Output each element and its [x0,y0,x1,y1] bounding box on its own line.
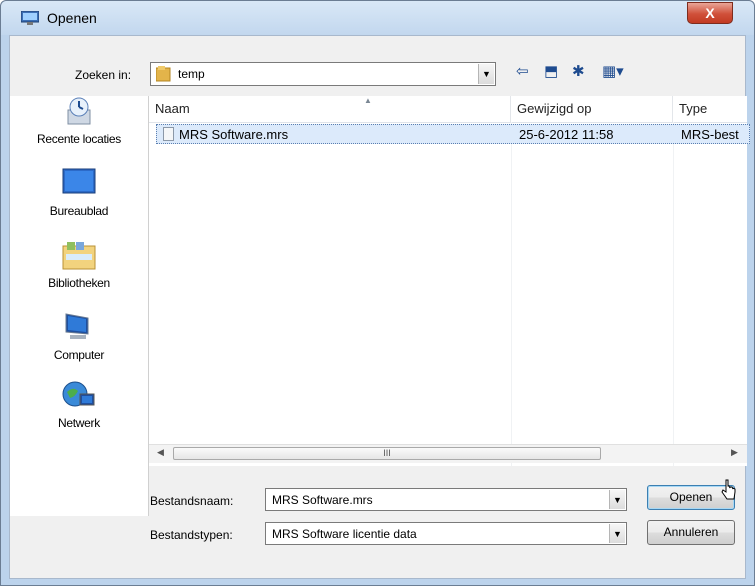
folder-icon [156,66,171,82]
column-divider [673,122,674,466]
list-item[interactable]: MRS Software.mrs 25-6-2012 11:58 MRS-bes… [156,124,750,144]
scroll-left-icon[interactable]: ◀ [157,447,164,458]
sort-ascending-icon: ▲ [364,96,372,105]
filetype-select[interactable]: MRS Software licentie data ▼ [265,522,627,545]
place-label: Bureaublad [49,204,109,218]
libraries-icon [62,242,96,270]
filename-value: MRS Software.mrs [272,493,373,507]
title-bar[interactable]: Openen X [1,1,754,35]
network-icon [62,381,95,407]
file-modified: 25-6-2012 11:58 [519,127,614,142]
app-icon [21,11,39,25]
lookin-combo[interactable]: temp ▼ [150,62,496,86]
column-name[interactable]: Naam [149,96,511,122]
place-desktop[interactable]: Bureaublad [10,168,148,230]
file-icon [163,127,174,141]
dialog-body: Zoeken in: temp ▼ ⇦ ⬒ ✱ ▦▾ Recente locat… [9,35,750,579]
filename-label: Bestandsnaam: [150,494,234,508]
column-type-label: Type [679,101,708,116]
column-name-label: Naam [155,101,190,116]
chevron-down-icon[interactable]: ▼ [609,490,625,509]
chevron-down-icon[interactable]: ▼ [609,524,625,543]
column-type[interactable]: Type [673,96,747,122]
place-label: Recente locaties [37,132,121,146]
lookin-value: temp [178,67,205,81]
computer-icon [65,313,89,339]
places-bar: Recente locaties Bureaublad Bibliotheken [10,96,149,516]
cancel-button[interactable]: Annuleren [647,520,735,545]
scroll-thumb[interactable]: III [173,447,601,460]
place-network[interactable]: Netwerk [10,380,148,442]
filetype-label: Bestandstypen: [150,528,233,542]
column-modified-label: Gewijzigd op [517,101,592,116]
filetype-value: MRS Software licentie data [272,527,417,541]
up-folder-icon[interactable]: ⬒ [544,64,558,80]
view-menu-icon[interactable]: ▦▾ [602,64,624,80]
open-dialog: Openen X Zoeken in: temp ▼ ⇦ ⬒ ✱ ▦▾ Rece… [0,0,755,586]
file-type: MRS-best [681,127,739,142]
column-divider [511,122,512,466]
filename-input[interactable]: MRS Software.mrs ▼ [265,488,627,511]
file-name: MRS Software.mrs [179,127,289,142]
desktop-icon [62,168,96,194]
place-recent[interactable]: Recente locaties [10,96,148,158]
file-list[interactable]: Naam ▲ Gewijzigd op Type MRS Software.mr… [149,96,750,466]
list-header: Naam ▲ Gewijzigd op Type [149,96,747,123]
window-title: Openen [47,10,97,26]
back-arrow-icon[interactable]: ⇦ [516,64,529,80]
new-folder-icon[interactable]: ✱ [572,64,585,80]
column-modified[interactable]: Gewijzigd op [511,96,673,122]
close-button[interactable]: X [687,2,733,24]
place-label: Netwerk [58,416,100,430]
place-computer[interactable]: Computer [10,312,148,374]
chevron-down-icon[interactable]: ▼ [478,64,494,84]
place-libraries[interactable]: Bibliotheken [10,240,148,302]
place-label: Bibliotheken [48,276,110,290]
recent-places-icon [67,97,91,125]
mouse-cursor-icon [721,479,736,500]
horizontal-scrollbar[interactable]: ◀ III ▶ [149,444,747,463]
scroll-right-icon[interactable]: ▶ [731,447,738,458]
place-label: Computer [53,348,105,362]
lookin-label: Zoeken in: [75,68,132,82]
